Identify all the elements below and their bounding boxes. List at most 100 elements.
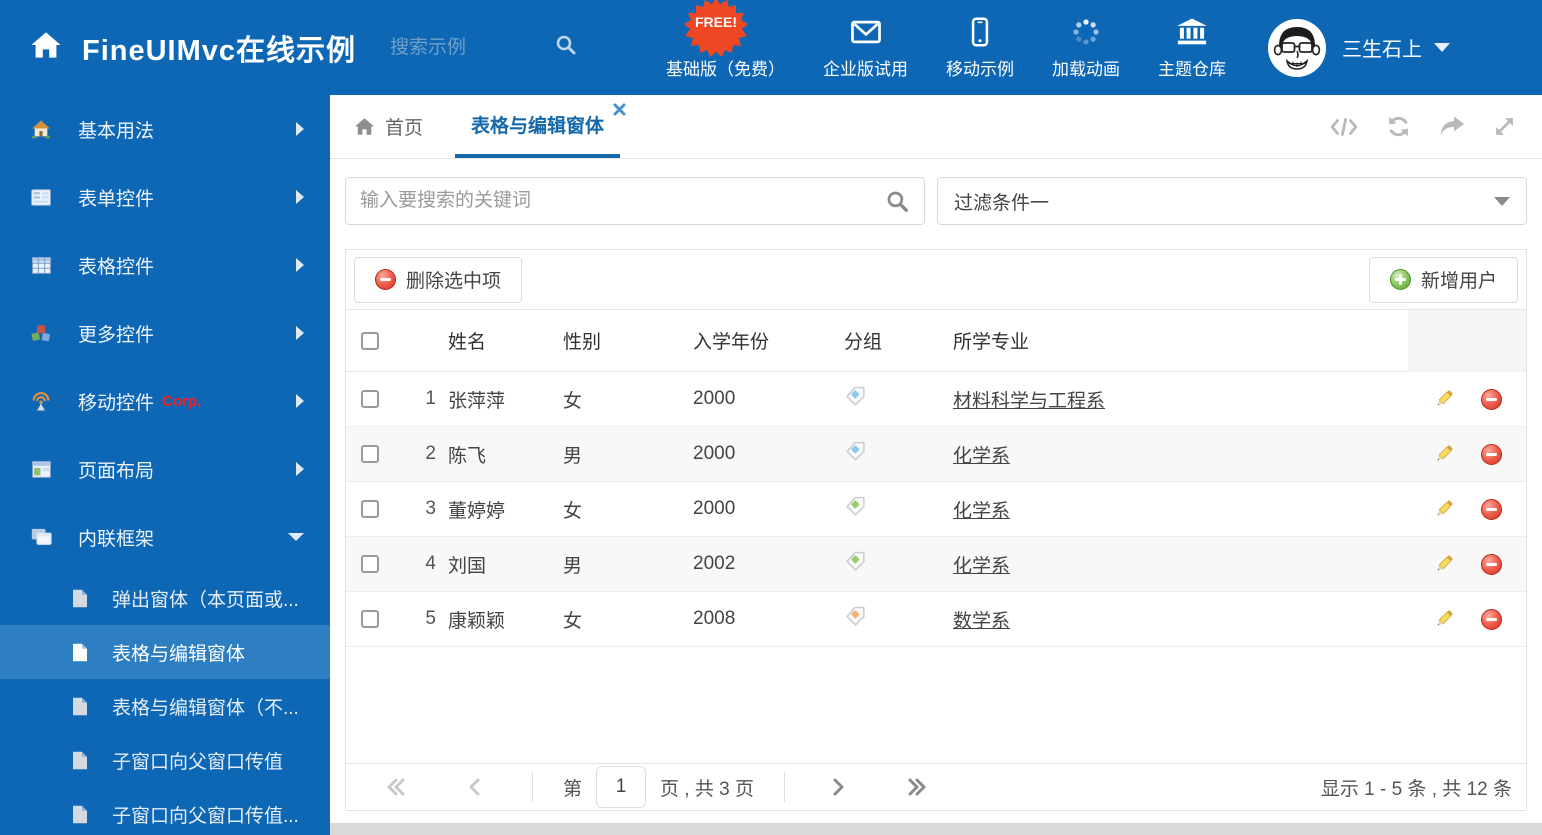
row-checkbox[interactable] (361, 445, 379, 463)
major-link[interactable]: 数学系 (953, 606, 1010, 633)
delete-row-icon[interactable] (1480, 553, 1502, 575)
major-link[interactable]: 化学系 (953, 551, 1010, 578)
nav-item-enterprise-trial[interactable]: 企业版试用 (823, 16, 908, 80)
sidebar-subitem-popup-window[interactable]: 弹出窗体（本页面或... (0, 571, 330, 625)
edit-pencil-icon[interactable] (1433, 498, 1455, 520)
filter-row: 过滤条件一 (345, 177, 1527, 225)
filter-dropdown[interactable]: 过滤条件一 (937, 177, 1527, 225)
col-gender: 性别 (563, 332, 602, 353)
table-icon (30, 256, 52, 274)
edit-pencil-icon[interactable] (1433, 443, 1455, 465)
edit-pencil-icon[interactable] (1433, 608, 1455, 630)
search-icon[interactable] (554, 33, 578, 62)
app-title: FineUIMvc在线示例 (82, 34, 357, 67)
major-link[interactable]: 材料科学与工程系 (953, 386, 1105, 413)
cell-year: 2008 (693, 608, 736, 629)
close-icon[interactable] (613, 103, 626, 116)
content: 过滤条件一 删除选中项 新增用户 姓名 性别 入学年份 (330, 159, 1542, 835)
tab-bar: 首页 表格与编辑窗体 (330, 95, 1542, 159)
top-header: FineUIMvc在线示例 FREE! 基础版（免费） 企业版试用 (0, 0, 1542, 95)
avatar[interactable] (1268, 18, 1327, 77)
next-page-icon[interactable] (829, 776, 847, 798)
tab-grid-edit-window[interactable]: 表格与编辑窗体 (455, 95, 626, 158)
major-link[interactable]: 化学系 (953, 496, 1010, 523)
divider (532, 772, 533, 802)
expand-icon[interactable] (1493, 115, 1516, 138)
edit-pencil-icon[interactable] (1433, 553, 1455, 575)
table-row: 2 陈飞 男 2000 化学系 (346, 427, 1526, 482)
sidebar-subitem-grid-edit-window[interactable]: 表格与编辑窗体 (0, 625, 330, 679)
sidebar-subitem-child-to-parent[interactable]: 子窗口向父窗口传值 (0, 733, 330, 787)
pagination-bar: 第 页 , 共 3 页 显示 1 - 5 条 , 共 12 条 (346, 763, 1526, 810)
delete-row-icon[interactable] (1480, 388, 1502, 410)
add-user-button[interactable]: 新增用户 (1368, 256, 1518, 303)
row-checkbox[interactable] (361, 610, 379, 628)
cell-year: 2002 (693, 553, 736, 574)
sidebar-item-grid-controls[interactable]: 表格控件 (0, 231, 330, 299)
major-link[interactable]: 化学系 (953, 441, 1010, 468)
file-icon (72, 697, 88, 716)
sidebar-subitem-child-to-parent-2[interactable]: 子窗口向父窗口传值... (0, 787, 330, 835)
nav-item-loading-anim[interactable]: 加载动画 (1052, 16, 1120, 80)
row-checkbox[interactable] (361, 555, 379, 573)
delete-selected-button[interactable]: 删除选中项 (354, 256, 523, 303)
sidebar-subitem-label: 子窗口向父窗口传值... (112, 805, 299, 827)
tag-icon (844, 440, 867, 469)
prev-page-icon[interactable] (466, 776, 484, 798)
form-icon (30, 188, 52, 206)
cell-name: 董婷婷 (448, 500, 506, 522)
sidebar-item-mobile-controls[interactable]: 移动控件 Corp. (0, 367, 330, 435)
grid-toolbar: 删除选中项 新增用户 (346, 250, 1526, 310)
sidebar-item-more-controls[interactable]: 更多控件 (0, 299, 330, 367)
sidebar-item-label: 基本用法 (78, 120, 155, 142)
keyword-search-input[interactable] (360, 190, 885, 212)
grid-panel: 删除选中项 新增用户 姓名 性别 入学年份 分组 所学专业 1 张萍萍 女 20… (345, 249, 1527, 811)
nav-item-mobile-demo[interactable]: 移动示例 (946, 16, 1014, 80)
delete-row-icon[interactable] (1480, 498, 1502, 520)
nav-item-theme-store[interactable]: 主题仓库 (1158, 16, 1226, 80)
cell-gender: 女 (563, 610, 583, 632)
tag-icon (844, 550, 867, 579)
sidebar-item-basic-usage[interactable]: 基本用法 (0, 95, 330, 163)
col-group: 分组 (844, 332, 883, 353)
tab-home[interactable]: 首页 (354, 95, 423, 158)
refresh-icon[interactable] (1386, 115, 1411, 138)
share-icon[interactable] (1439, 116, 1465, 137)
mobile-icon (970, 16, 990, 48)
row-checkbox[interactable] (361, 500, 379, 518)
svg-text:FREE!: FREE! (695, 14, 737, 30)
envelope-icon (850, 16, 882, 48)
row-checkbox[interactable] (361, 390, 379, 408)
divider (783, 772, 785, 802)
source-code-icon[interactable] (1330, 116, 1358, 138)
last-page-icon[interactable] (905, 776, 929, 798)
header-search[interactable] (390, 36, 551, 59)
tab-active-label: 表格与编辑窗体 (471, 116, 605, 137)
plus-circle-icon (1389, 269, 1411, 290)
page-number-input[interactable] (596, 766, 647, 808)
edit-pencil-icon[interactable] (1433, 388, 1455, 410)
file-icon (72, 805, 88, 824)
delete-row-icon[interactable] (1480, 608, 1502, 630)
sidebar-subitem-grid-edit-window-2[interactable]: 表格与编辑窗体（不... (0, 679, 330, 733)
file-icon (72, 589, 88, 608)
home-icon[interactable] (30, 30, 62, 65)
select-all-checkbox[interactable] (361, 331, 379, 350)
file-icon (72, 751, 88, 770)
main-area: 首页 表格与编辑窗体 输入要搜索的关键词 过滤条件一 删除选中项 新增用户 姓名… (330, 95, 1542, 835)
sidebar-item-page-layout[interactable]: 页面布局 (0, 435, 330, 503)
free-badge: FREE! (684, 0, 748, 60)
sidebar-subitem-label: 弹出窗体（本页面或... (112, 589, 299, 611)
cell-year: 2000 (693, 443, 736, 464)
delete-row-icon[interactable] (1480, 443, 1502, 465)
search-icon[interactable] (885, 189, 910, 214)
cell-name: 刘国 (448, 555, 487, 577)
sidebar-item-inline-frame[interactable]: 内联框架 (0, 503, 330, 571)
first-page-icon[interactable] (384, 776, 408, 798)
header-search-input[interactable] (390, 36, 551, 59)
user-menu[interactable]: 三生石上 (1342, 33, 1451, 62)
sidebar-subitem-label: 子窗口向父窗口传值 (112, 751, 284, 773)
cell-name: 张萍萍 (448, 390, 506, 412)
header-nav: 基础版（免费） 企业版试用 移动示例 加载动画 主题仓库 (666, 16, 1226, 80)
sidebar-item-form-controls[interactable]: 表单控件 (0, 163, 330, 231)
